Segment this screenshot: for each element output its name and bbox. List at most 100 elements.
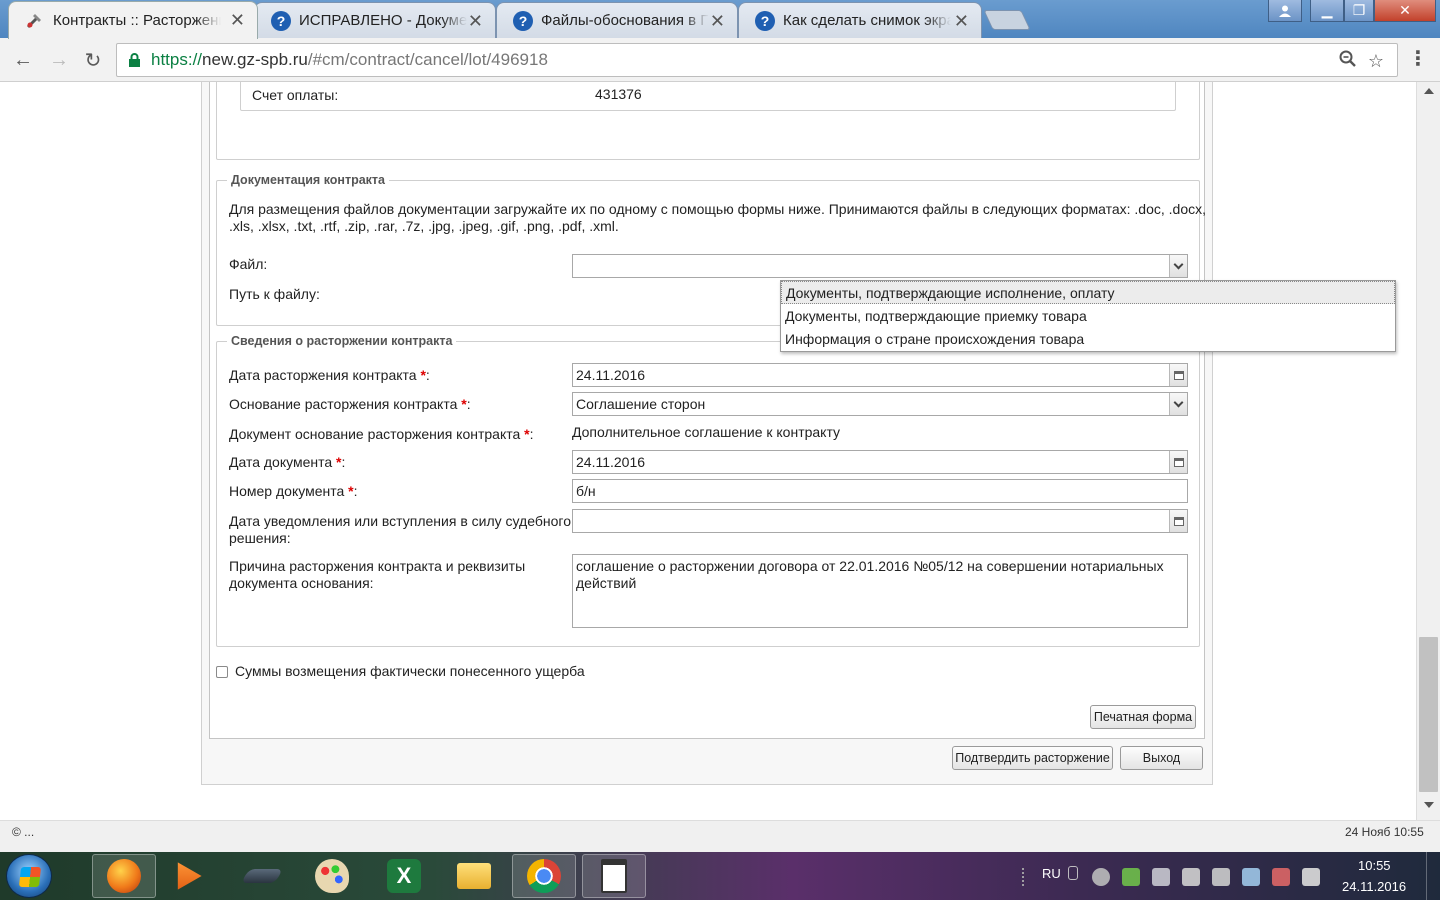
copyright-text: © ... [12,825,35,839]
exit-button[interactable]: Выход [1120,746,1203,770]
tray-antivirus-icon[interactable] [1092,868,1110,886]
required-mark: * [336,454,342,470]
notice-date-picker-button[interactable] [1169,510,1187,532]
tray-fax-icon[interactable] [1182,868,1200,886]
minimize-button[interactable]: ▁ [1310,0,1344,22]
restore-icon: ❐ [1352,2,1366,18]
tab-title: Контракты :: Расторжение [53,12,221,29]
termination-date-label: Дата расторжения контракта *: [229,367,430,383]
close-window-button[interactable]: ✕ [1374,0,1436,22]
scrollbar-thumb[interactable] [1419,637,1438,792]
clock-time[interactable]: 10:55 [1358,858,1391,873]
close-tab-icon[interactable]: ✕ [468,11,483,31]
zoom-icon[interactable] [1337,50,1359,72]
file-path-label: Путь к файлу: [229,286,320,302]
minimize-icon: ▁ [1321,2,1333,18]
page-viewport: Счет оплаты: 431376 Документация контрак… [0,82,1416,820]
menu-dots-icon[interactable]: ⋮ [1408,49,1428,71]
profile-button[interactable] [1268,0,1302,22]
file-type-dropdown-list: Документы, подтверждающие исполнение, оп… [780,280,1396,352]
taskbar-scanner[interactable] [230,854,294,898]
help-icon: ? [271,11,291,31]
windows-taskbar: X RU 10:55 24.11.2016 [0,852,1440,900]
damages-checkbox[interactable] [216,666,228,678]
tab-contracts[interactable]: Контракты :: Расторжение ✕ [8,1,258,39]
tray-display-icon[interactable] [1302,868,1320,886]
page-scrollbar[interactable] [1416,82,1440,820]
reload-button[interactable]: ↻ [80,47,106,73]
file-type-select[interactable] [572,254,1188,278]
arrow-left-icon: ← [13,48,33,71]
taskbar-chrome[interactable] [512,854,576,898]
confirm-termination-button[interactable]: Подтвердить расторжение [952,746,1113,770]
address-bar[interactable]: https://new.gz-spb.ru/#cm/contract/cance… [116,43,1398,77]
tools-icon [26,14,41,29]
tray-printer-icon[interactable] [1152,868,1170,886]
arrow-right-icon: → [49,48,69,71]
language-bar-icon[interactable] [1068,866,1078,880]
input-language-indicator[interactable]: RU [1042,866,1061,881]
termination-date-input[interactable]: 24.11.2016 [572,363,1188,387]
lock-icon [129,53,140,67]
scroll-down-arrow-icon[interactable] [1424,802,1434,808]
firefox-icon [107,859,141,893]
volume-muted-icon[interactable] [1212,868,1230,886]
maximize-button[interactable]: ❐ [1344,0,1374,22]
start-button[interactable] [6,854,52,898]
tab-justification-files[interactable]: ? Файлы-обоснования в ГИС ✕ [496,2,738,38]
bookmark-star-icon[interactable]: ☆ [1365,50,1387,72]
calendar-icon [1173,370,1184,380]
chevron-down-icon [1173,259,1184,270]
taskbar-explorer[interactable] [442,854,506,898]
documentation-instructions-line1: Для размещения файлов документации загру… [229,201,1207,217]
damages-checkbox-label[interactable]: Суммы возмещения фактически понесенного … [235,663,585,680]
reason-textarea[interactable]: соглашение о расторжении договора от 22.… [572,554,1188,628]
doc-date-picker-button[interactable] [1169,451,1187,473]
help-icon: ? [513,11,533,31]
forward-button[interactable]: → [46,47,72,73]
help-icon: ? [755,11,775,31]
close-tab-icon[interactable]: ✕ [954,11,969,31]
tab-fixed-docs[interactable]: ? ИСПРАВЛЕНО - Документы ✕ [254,2,496,38]
payment-subsection: Счет оплаты: 431376 [240,82,1176,111]
close-tab-icon[interactable]: ✕ [710,11,725,31]
new-tab-button[interactable] [983,10,1031,30]
back-button[interactable]: ← [10,47,36,73]
url-text: https://new.gz-spb.ru/#cm/contract/cance… [151,50,548,70]
tray-network-icon[interactable] [1242,868,1260,886]
taskbar-media-player[interactable] [156,854,220,898]
reload-icon: ↻ [84,49,102,72]
termination-basis-label: Основание расторжения контракта *: [229,396,471,412]
print-form-button[interactable]: Печатная форма [1090,705,1196,729]
tray-flag-alert-icon[interactable] [1272,868,1290,886]
termination-basis-dropdown-button[interactable] [1169,393,1187,415]
browser-toolbar: ← → ↻ https://new.gz-spb.ru/#cm/contract… [0,38,1440,82]
required-mark: * [348,483,354,499]
doc-number-input[interactable]: б/н [572,479,1188,503]
termination-basis-value: Соглашение сторон [576,396,706,412]
folder-icon [457,863,491,889]
close-tab-icon[interactable]: ✕ [230,10,245,30]
file-type-dropdown-button[interactable] [1169,255,1187,277]
scroll-up-arrow-icon[interactable] [1424,88,1434,94]
close-icon: ✕ [1399,2,1411,18]
chrome-icon [527,859,561,893]
termination-date-picker-button[interactable] [1169,364,1187,386]
taskbar-excel[interactable]: X [372,854,436,898]
termination-basis-select[interactable]: Соглашение сторон [572,392,1188,416]
taskbar-paint[interactable] [300,854,364,898]
tab-title: Как сделать снимок экрана [783,12,951,29]
dropdown-option-acceptance-docs[interactable]: Документы, подтверждающие приемку товара [781,305,1395,328]
dropdown-option-payment-docs[interactable]: Документы, подтверждающие исполнение, оп… [781,281,1395,304]
tab-screenshot-howto[interactable]: ? Как сделать снимок экрана ✕ [738,2,982,38]
notice-date-input[interactable] [572,509,1188,533]
dropdown-option-origin-country[interactable]: Информация о стране происхождения товара [781,328,1395,351]
tray-green-app-icon[interactable] [1122,868,1140,886]
clock-date[interactable]: 24.11.2016 [1342,879,1406,894]
show-desktop-button[interactable] [1426,852,1440,900]
termination-date-value: 24.11.2016 [576,367,646,383]
taskbar-firefox[interactable] [92,854,156,898]
form-outer-panel: Счет оплаты: 431376 Документация контрак… [201,82,1396,785]
taskbar-calendar-app[interactable] [582,854,646,898]
doc-date-input[interactable]: 24.11.2016 [572,450,1188,474]
